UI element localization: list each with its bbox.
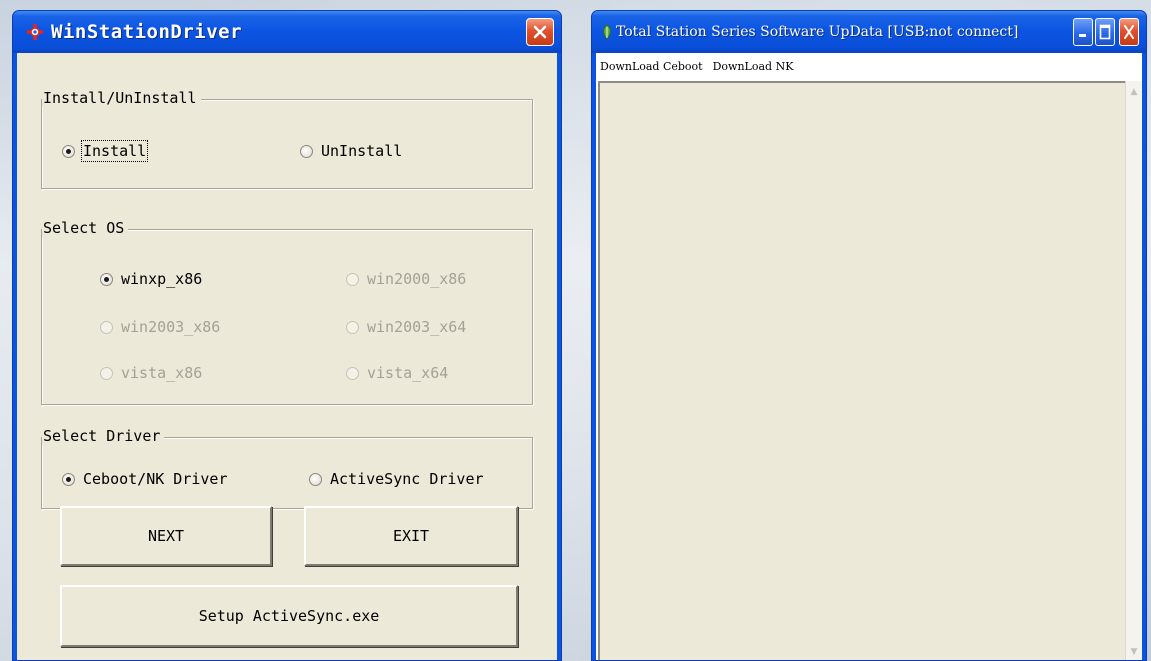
title-bar[interactable]: Total Station Series Software UpData [US… <box>592 11 1146 53</box>
close-icon <box>533 25 547 39</box>
uninstall-radio[interactable]: UnInstall <box>300 142 402 160</box>
os-label-win2003-x64: win2003_x64 <box>367 318 467 336</box>
next-button[interactable]: NEXT <box>60 506 272 566</box>
dialog-client-area: Install/UnInstall Install UnInstall Sele… <box>17 53 557 660</box>
menu-download-ceboot[interactable]: DownLoad Ceboot <box>599 59 704 74</box>
install-label: Install <box>80 140 149 162</box>
close-button[interactable] <box>1119 18 1139 46</box>
station-driver-icon <box>27 24 43 40</box>
select-os-groupbox: Select OS winxp_x86 win2000_x86 win2003_… <box>41 219 533 405</box>
os-radio-win2003-x64: win2003_x64 <box>346 318 466 336</box>
setup-activesync-button[interactable]: Setup ActiveSync.exe <box>60 585 518 647</box>
ceboot-nk-driver-radio[interactable]: Ceboot/NK Driver <box>62 470 228 488</box>
os-label-winxp-x86: winxp_x86 <box>121 270 203 288</box>
exit-button[interactable]: EXIT <box>304 506 518 566</box>
maximize-button[interactable] <box>1095 18 1115 46</box>
radio-button-checked[interactable] <box>100 272 113 286</box>
total-station-update-window: Total Station Series Software UpData [US… <box>591 10 1147 661</box>
content-area: ▲ ▼ <box>596 79 1142 660</box>
os-label-vista-x86: vista_x86 <box>121 364 203 382</box>
os-label-win2000-x86: win2000_x86 <box>367 270 467 288</box>
output-text-area[interactable] <box>598 81 1125 660</box>
vertical-scrollbar[interactable]: ▲ ▼ <box>1125 81 1142 660</box>
radio-button-disabled <box>346 320 359 334</box>
uninstall-label: UnInstall <box>321 142 403 160</box>
os-radio-win2000-x86: win2000_x86 <box>346 270 466 288</box>
close-icon <box>1124 25 1134 39</box>
minimize-icon <box>1079 34 1086 37</box>
radio-button[interactable] <box>309 472 322 486</box>
install-radio[interactable]: Install <box>62 140 149 162</box>
os-radio-vista-x86: vista_x86 <box>100 364 202 382</box>
os-radio-vista-x64: vista_x64 <box>346 364 448 382</box>
os-radio-win2003-x86: win2003_x86 <box>100 318 220 336</box>
maximize-icon <box>1099 24 1111 40</box>
menu-download-nk[interactable]: DownLoad NK <box>712 59 795 74</box>
winstationdriver-window: WinStationDriver Install/UnInstall Insta… <box>12 10 562 661</box>
activesync-driver-radio[interactable]: ActiveSync Driver <box>309 470 484 488</box>
scroll-down-arrow-icon[interactable]: ▼ <box>1126 643 1142 660</box>
install-groupbox: Install/UnInstall Install UnInstall <box>41 89 533 189</box>
radio-button-disabled <box>100 320 113 334</box>
window-title: Total Station Series Software UpData [US… <box>616 24 1019 40</box>
select-driver-group-title: Select Driver <box>42 427 165 445</box>
menu-bar: DownLoad Ceboot DownLoad NK <box>596 53 1142 79</box>
install-group-title: Install/UnInstall <box>42 89 201 107</box>
activesync-driver-label: ActiveSync Driver <box>330 470 484 488</box>
select-driver-groupbox: Select Driver Ceboot/NK Driver ActiveSyn… <box>41 427 533 509</box>
radio-button-disabled <box>346 366 359 380</box>
radio-button-checked[interactable] <box>62 472 75 486</box>
close-button[interactable] <box>526 18 554 46</box>
select-os-group-title: Select OS <box>42 219 129 237</box>
scroll-up-arrow-icon[interactable]: ▲ <box>1126 83 1142 100</box>
ceboot-nk-driver-label: Ceboot/NK Driver <box>83 470 228 488</box>
leaf-app-icon <box>603 24 611 40</box>
window-title: WinStationDriver <box>51 21 243 43</box>
os-radio-winxp-x86[interactable]: winxp_x86 <box>100 270 202 288</box>
minimize-button[interactable] <box>1073 18 1093 46</box>
title-bar[interactable]: WinStationDriver <box>13 11 561 53</box>
os-label-win2003-x86: win2003_x86 <box>121 318 221 336</box>
radio-button-disabled <box>346 272 359 286</box>
os-label-vista-x64: vista_x64 <box>367 364 449 382</box>
radio-button-checked[interactable] <box>62 144 75 158</box>
radio-button-disabled <box>100 366 113 380</box>
radio-button[interactable] <box>300 144 313 158</box>
